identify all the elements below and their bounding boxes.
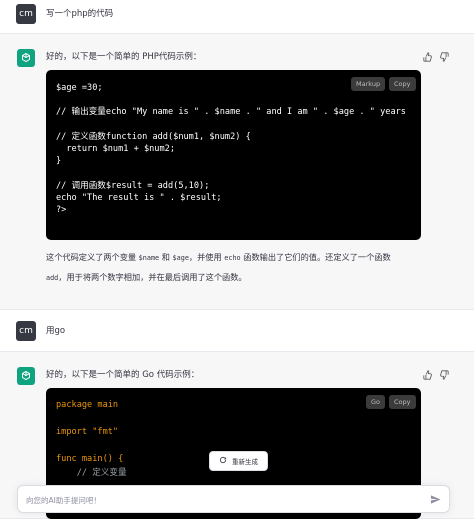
- code-line: // 定义函数function add($num1, $num2) {: [56, 131, 251, 142]
- code-line: return $num1 + $num2;: [56, 144, 175, 155]
- thumbs-down-icon[interactable]: [439, 52, 449, 62]
- thumbs-up-icon[interactable]: [423, 52, 433, 62]
- user-message-text: 用go: [46, 326, 66, 336]
- assistant-message-row: 好的，以下是一个简单的 PHP代码示例： Markup Copy $age =3…: [0, 34, 474, 310]
- user-message-row: cm 写一个php的代码: [0, 0, 474, 34]
- code-line: }: [56, 156, 62, 167]
- code-line: func main() {: [56, 454, 124, 464]
- code-content: $age =30; // 输出变量echo "My name is " . $n…: [56, 82, 406, 216]
- message-composer: [17, 485, 450, 513]
- inline-code: echo: [224, 254, 241, 262]
- thumbs-down-icon[interactable]: [439, 370, 449, 380]
- code-line: $age =30;: [56, 83, 103, 93]
- feedback-actions: [423, 370, 449, 380]
- assistant-explanation: 这个代码定义了两个变量 $name 和 $age，并使用 echo 函数输出了它…: [46, 248, 436, 288]
- code-line: ?>: [56, 205, 67, 216]
- message-input[interactable]: [26, 492, 416, 508]
- code-line: // 输出变量echo "My name is " . $name . " an…: [56, 107, 406, 118]
- thumbs-up-icon[interactable]: [423, 370, 433, 380]
- openai-logo-icon: [17, 49, 35, 67]
- user-message-row: cm 用go: [0, 310, 474, 352]
- user-avatar: cm: [16, 321, 36, 341]
- code-line: // 调用函数$result = add(5,10);: [56, 180, 210, 191]
- inline-code: $name: [138, 254, 160, 262]
- explain-text: ，并使用: [188, 252, 225, 262]
- feedback-actions: [423, 52, 449, 62]
- code-line: import "fmt": [56, 427, 119, 437]
- refresh-icon: [219, 456, 227, 466]
- regenerate-label: 重新生成: [232, 458, 258, 466]
- code-line: package main: [56, 400, 119, 410]
- explain-text: 这个代码定义了两个变量: [46, 252, 139, 262]
- openai-logo-icon: [17, 367, 35, 385]
- explain-text: 函数输出了它们的值。还定义了一个函数: [240, 252, 391, 262]
- assistant-intro-text: 好的，以下是一个简单的 Go 代码示例：: [46, 370, 200, 380]
- copy-code-button[interactable]: Copy: [389, 395, 416, 409]
- inline-code: add: [46, 274, 59, 282]
- code-block: Markup Copy $age =30; // 输出变量echo "My na…: [46, 70, 421, 240]
- user-avatar: cm: [16, 4, 36, 24]
- explain-text: ，用于将两个数字相加，并在最后调用了这个函数。: [58, 272, 247, 282]
- explain-text: 和: [159, 252, 173, 262]
- regenerate-button[interactable]: 重新生成: [209, 451, 268, 471]
- code-line: echo "The result is " . $result;: [56, 192, 222, 203]
- code-language-button[interactable]: Go: [366, 395, 386, 409]
- code-content: package main import "fmt" func main() { …: [56, 399, 127, 480]
- assistant-intro-text: 好的，以下是一个简单的 PHP代码示例：: [46, 52, 202, 62]
- send-icon[interactable]: [430, 494, 441, 505]
- code-line: // 定义变量: [56, 467, 127, 478]
- user-message-text: 写一个php的代码: [46, 9, 114, 19]
- inline-code: $age: [172, 254, 189, 262]
